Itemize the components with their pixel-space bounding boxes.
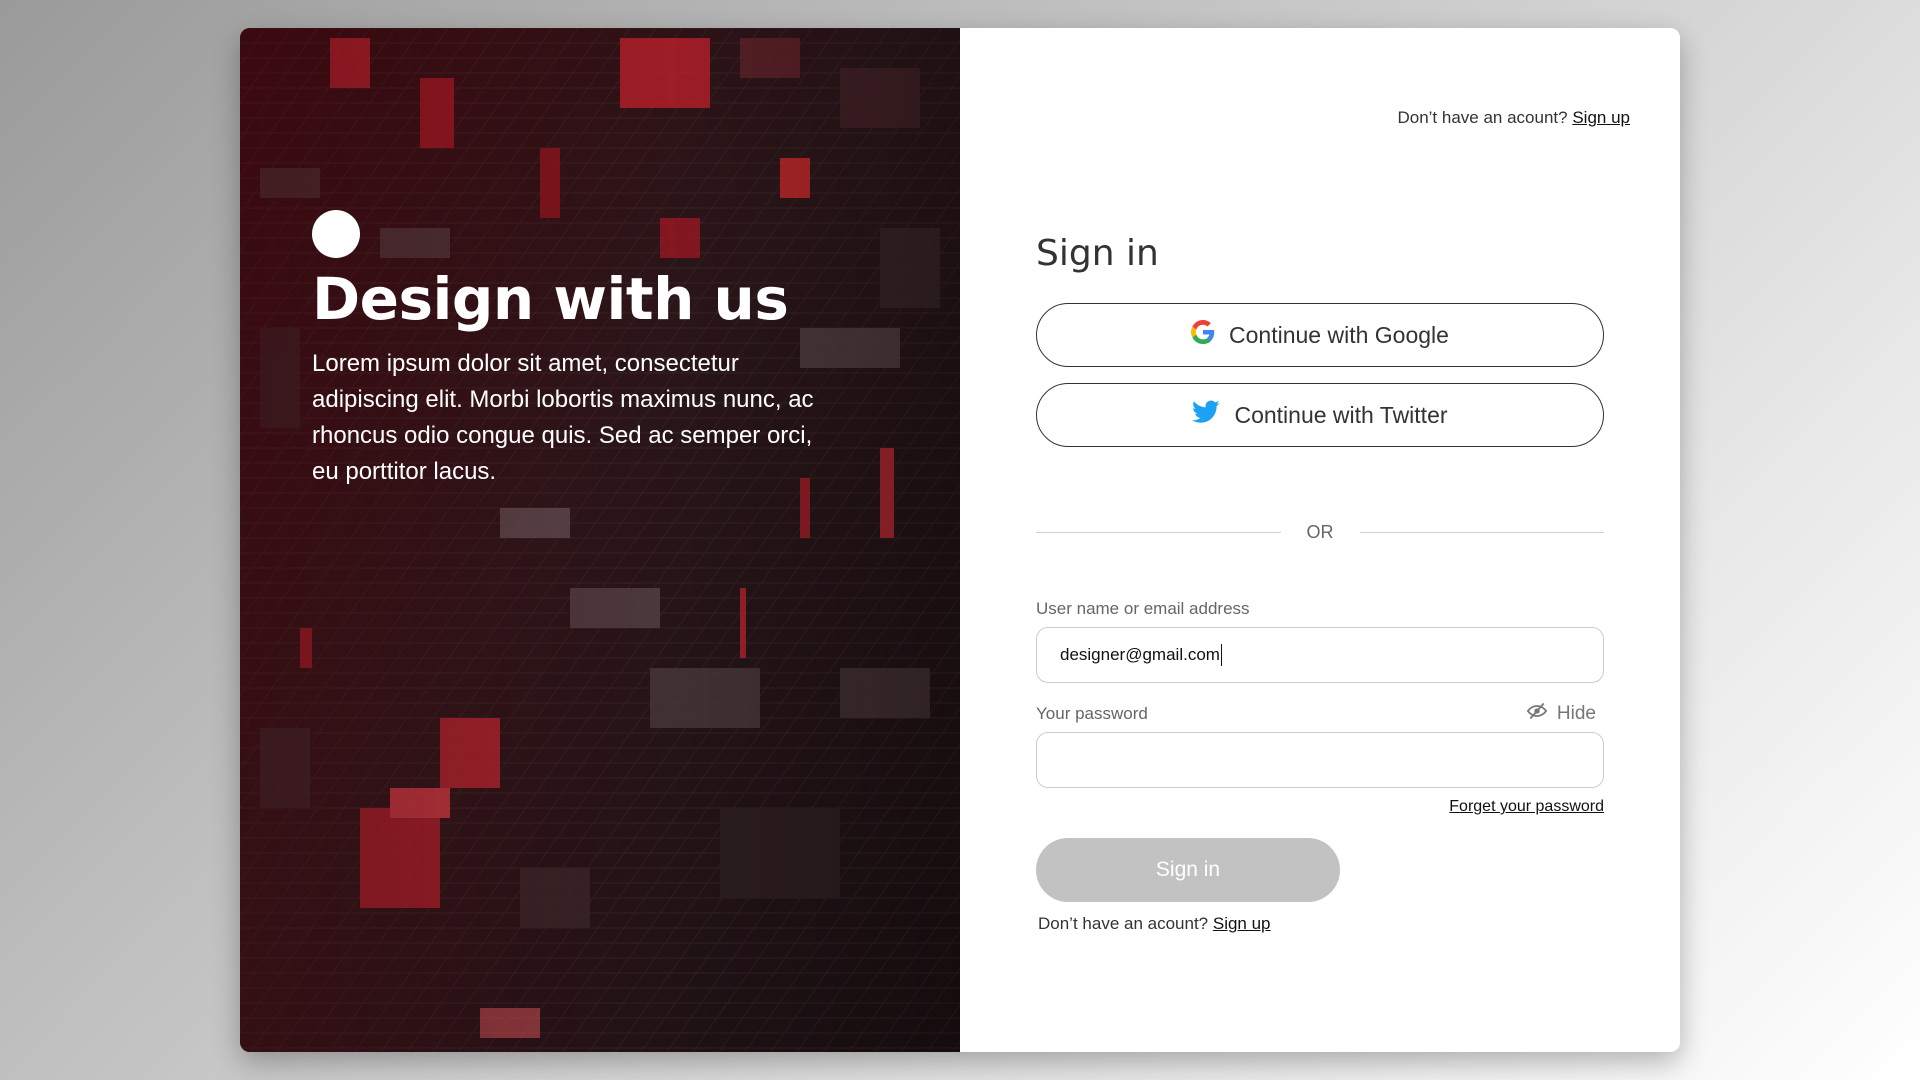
signin-card: Design with us Lorem ipsum dolor sit ame… (240, 28, 1680, 1052)
page-title: Sign in (1036, 233, 1159, 274)
hero-title: Design with us (312, 265, 789, 333)
or-divider: OR (1036, 522, 1604, 543)
google-icon (1191, 320, 1215, 350)
twitter-button-label: Continue with Twitter (1234, 401, 1448, 428)
logo (312, 210, 360, 258)
footer-signup-text: Don’t have an acount? (1038, 914, 1209, 933)
divider-line-left (1036, 531, 1281, 534)
divider-line-right (1359, 531, 1604, 534)
google-button-label: Continue with Google (1229, 321, 1449, 348)
username-label: User name or email address (1036, 599, 1250, 618)
eye-slash-icon (1526, 702, 1548, 726)
hero-description: Lorem ipsum dolor sit amet, consectetur … (312, 349, 814, 485)
hero-panel: Design with us Lorem ipsum dolor sit ame… (240, 28, 960, 1052)
twitter-icon (1192, 400, 1220, 430)
username-value: designer@gmail.com (1060, 645, 1220, 664)
hero-content: Design with us Lorem ipsum dolor sit ame… (312, 210, 832, 490)
header-signup-prompt: Don’t have an acount? Sign up (1397, 108, 1630, 128)
hero-overlay (240, 28, 960, 1052)
text-caret (1220, 644, 1223, 666)
username-input[interactable]: designer@gmail.com (1036, 627, 1604, 683)
signin-panel: Don’t have an acount? Sign up Sign in Co… (960, 28, 1680, 1052)
footer-signup-link[interactable]: Sign up (1213, 914, 1271, 933)
continue-with-google-button[interactable]: Continue with Google (1036, 303, 1604, 367)
signin-button[interactable]: Sign in (1036, 838, 1340, 902)
continue-with-twitter-button[interactable]: Continue with Twitter (1036, 383, 1604, 447)
header-signup-text: Don’t have an acount? (1397, 108, 1568, 127)
hide-label: Hide (1556, 703, 1596, 724)
password-label: Your password (1036, 704, 1148, 723)
password-input[interactable] (1036, 732, 1604, 788)
or-text: OR (1306, 522, 1334, 542)
hide-password-toggle[interactable]: Hide (1526, 702, 1596, 726)
header-signup-link[interactable]: Sign up (1572, 108, 1630, 127)
footer-signup-prompt: Don’t have an acount? Sign up (1038, 914, 1271, 934)
forgot-password-link[interactable]: Forget your password (1449, 798, 1604, 816)
